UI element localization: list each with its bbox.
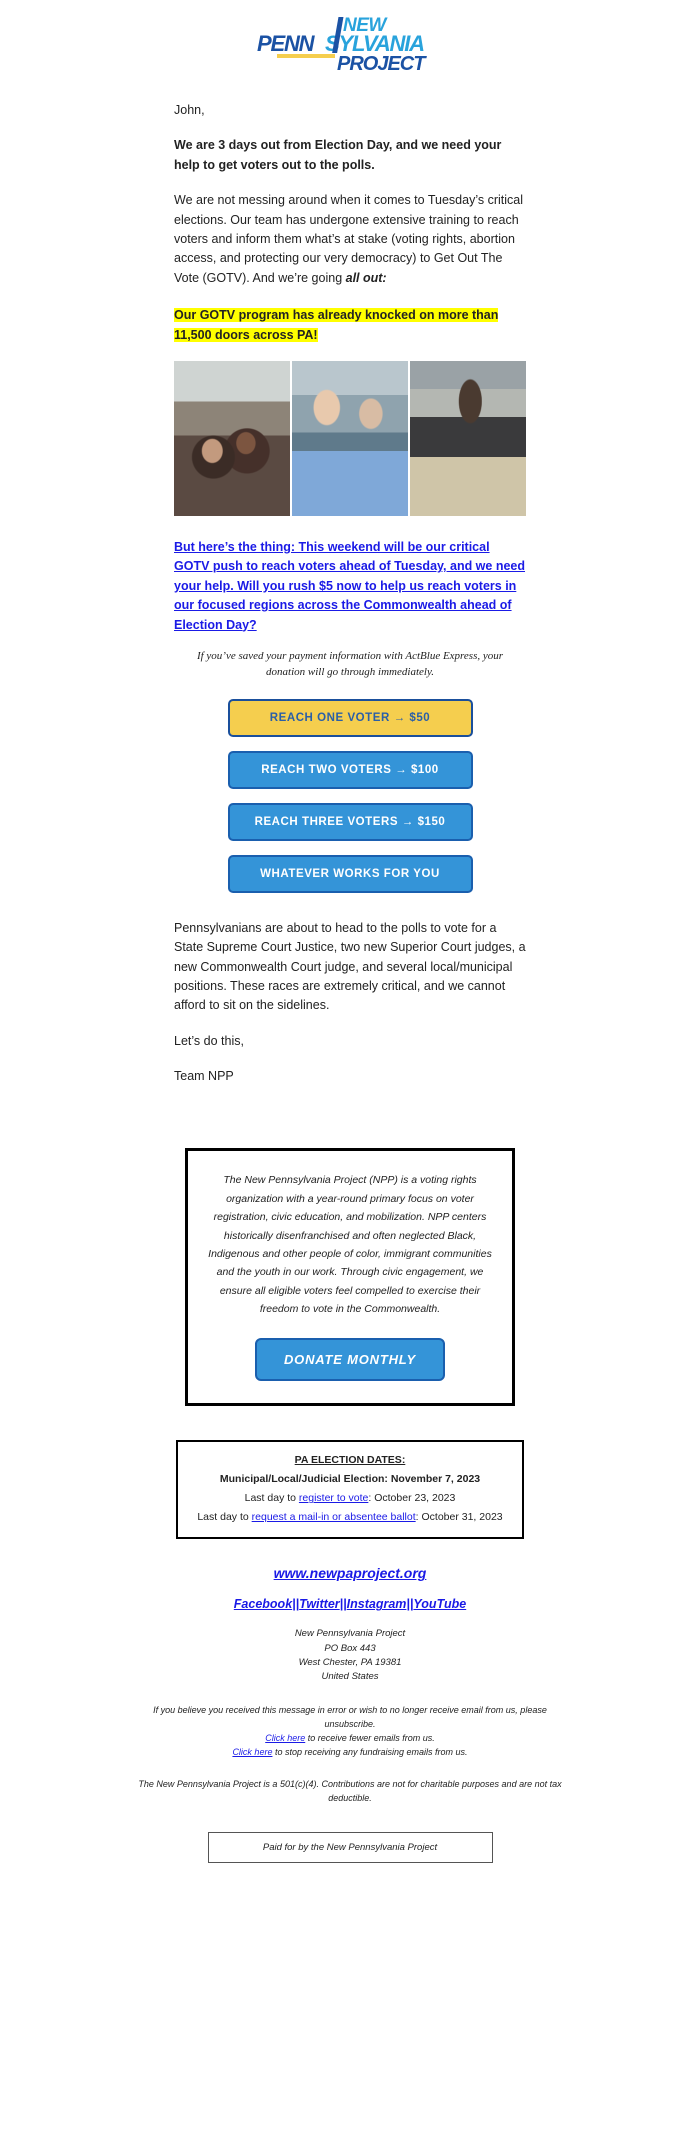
address-pobox: PO Box 443 bbox=[324, 1642, 376, 1654]
election-dates-title: PA ELECTION DATES: bbox=[294, 1454, 406, 1467]
signoff-line-1: Let’s do this, bbox=[174, 1033, 244, 1048]
unsubscribe-text: If you believe you received this message… bbox=[153, 1705, 547, 1730]
npp-logo-icon: NEW PENN SYLVANIA PROJECT bbox=[257, 15, 428, 72]
website-link[interactable]: www.newpaproject.org bbox=[0, 1565, 700, 1581]
donate-button-50[interactable]: REACH ONE VOTER → $50 bbox=[227, 698, 473, 737]
gotv-donate-link[interactable]: But here’s the thing: This weekend will … bbox=[174, 538, 526, 635]
election-dates-subtitle: Municipal/Local/Judicial Election: Novem… bbox=[219, 1473, 481, 1486]
svg-text:PROJECT: PROJECT bbox=[337, 53, 427, 72]
address-country: United States bbox=[321, 1671, 379, 1683]
facebook-link[interactable]: Facebook bbox=[234, 1597, 292, 1611]
donate-button-other[interactable]: WHATEVER WORKS FOR YOU bbox=[227, 854, 473, 893]
paid-for-by-box: Paid for by the New Pennsylvania Project bbox=[207, 1832, 493, 1863]
highlight-paragraph: Our GOTV program has already knocked on … bbox=[174, 305, 526, 345]
donate-button-100[interactable]: REACH TWO VOTERS → $100 bbox=[227, 750, 473, 789]
about-npp-box: The New Pennsylvania Project (NPP) is a … bbox=[185, 1148, 515, 1407]
greeting-text: John, bbox=[174, 103, 205, 117]
stop-fundraising-link[interactable]: Click here bbox=[232, 1747, 272, 1757]
fewer-emails-link[interactable]: Click here bbox=[265, 1733, 305, 1743]
signoff-line-2: Team NPP bbox=[174, 1069, 234, 1083]
canvassing-photo-strip bbox=[174, 361, 526, 516]
highlighted-stat-text: Our GOTV program has already knocked on … bbox=[174, 308, 499, 342]
register-deadline-prefix: Last day to bbox=[244, 1492, 299, 1505]
npp-logo-header: NEW PENN SYLVANIA PROJECT bbox=[0, 0, 700, 87]
closing-paragraph: Pennsylvanians are about to head to the … bbox=[174, 920, 526, 1013]
election-dates-box: PA ELECTION DATES: Municipal/Local/Judic… bbox=[176, 1440, 524, 1540]
stop-fundraising-text: to stop receiving any fundraising emails… bbox=[272, 1747, 468, 1758]
social-links-row: Facebook||Twitter||Instagram||YouTube bbox=[0, 1597, 700, 1611]
donation-button-group: REACH ONE VOTER → $50 REACH TWO VOTERS →… bbox=[174, 698, 526, 893]
about-npp-text: The New Pennsylvania Project (NPP) is a … bbox=[208, 1174, 492, 1315]
mailing-address: New Pennsylvania Project PO Box 443 West… bbox=[0, 1627, 700, 1684]
ballot-deadline-suffix: : October 31, 2023 bbox=[415, 1511, 503, 1524]
social-separator-2: || bbox=[339, 1597, 347, 1612]
email-main-content: John, We are 3 days out from Election Da… bbox=[174, 101, 526, 345]
donate-button-150[interactable]: REACH THREE VOTERS → $150 bbox=[227, 802, 473, 841]
ballot-deadline-row: Last day to request a mail-in or absente… bbox=[188, 1511, 512, 1523]
donate-monthly-button[interactable]: DONATE MONTHLY bbox=[255, 1338, 445, 1382]
register-deadline-row: Last day to register to vote: October 23… bbox=[188, 1492, 512, 1504]
fewer-emails-text: to receive fewer emails from us. bbox=[305, 1733, 435, 1744]
tax-disclaimer: The New Pennsylvania Project is a 501(c)… bbox=[138, 1779, 562, 1804]
svg-text:PENN: PENN bbox=[257, 31, 316, 56]
unsubscribe-disclaimer: If you believe you received this message… bbox=[140, 1704, 560, 1760]
actblue-express-note: If you’ve saved your payment information… bbox=[196, 649, 504, 678]
photo-canvasser-storefront bbox=[410, 361, 526, 516]
headline-text: We are 3 days out from Election Day, and… bbox=[174, 138, 502, 172]
email-closing-content: Pennsylvanians are about to head to the … bbox=[174, 919, 526, 1087]
ballot-deadline-prefix: Last day to bbox=[197, 1511, 252, 1524]
photo-volunteers-porch bbox=[174, 361, 290, 516]
email-body: NEW PENN SYLVANIA PROJECT John, We are 3… bbox=[0, 0, 700, 1863]
request-ballot-link[interactable]: request a mail-in or absentee ballot bbox=[252, 1511, 416, 1523]
instagram-link[interactable]: Instagram bbox=[347, 1597, 407, 1611]
fewer-emails-row: Click here to receive fewer emails from … bbox=[140, 1732, 560, 1746]
address-org: New Pennsylvania Project bbox=[294, 1628, 406, 1640]
stop-fundraising-row: Click here to stop receiving any fundrai… bbox=[140, 1746, 560, 1760]
address-city-state-zip: West Chester, PA 19381 bbox=[298, 1656, 402, 1668]
register-deadline-suffix: : October 23, 2023 bbox=[368, 1492, 456, 1505]
twitter-link[interactable]: Twitter bbox=[299, 1597, 340, 1611]
photo-canvassers-shirts bbox=[292, 361, 408, 516]
intro-paragraph-emphasis: all out: bbox=[345, 270, 387, 285]
intro-paragraph: We are not messing around when it comes … bbox=[174, 191, 526, 288]
register-to-vote-link[interactable]: register to vote bbox=[299, 1492, 368, 1504]
youtube-link[interactable]: YouTube bbox=[413, 1597, 466, 1611]
